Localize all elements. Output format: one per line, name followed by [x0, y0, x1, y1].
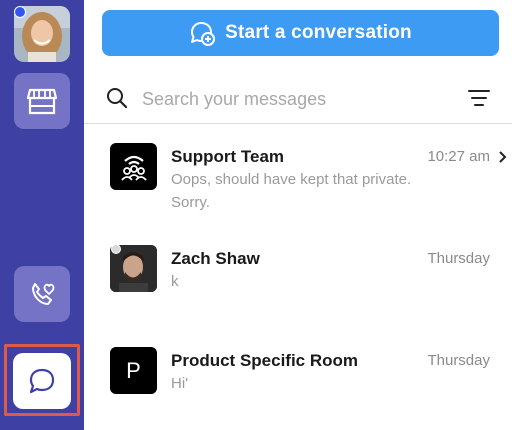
conversation-name: Zach Shaw — [171, 249, 260, 268]
store-button[interactable] — [14, 73, 70, 129]
conversation-preview: Oops, should have kept that private. Sor… — [171, 171, 412, 211]
chats-button[interactable] — [13, 353, 71, 409]
search-bar — [84, 76, 512, 124]
conversation-item-product-specific-room[interactable]: P Product Specific Room Thursday Hi' — [84, 325, 512, 425]
conversation-time: Thursday — [427, 250, 490, 267]
chat-bubble-icon — [29, 368, 55, 394]
calls-button[interactable] — [14, 266, 70, 322]
start-conversation-label: Start a conversation — [225, 22, 412, 43]
phone-heart-icon — [32, 283, 55, 305]
search-icon — [107, 88, 128, 109]
filter-icon[interactable] — [467, 88, 491, 108]
chevron-right-icon — [499, 151, 507, 163]
support-team-icon — [110, 143, 157, 190]
sidebar — [0, 0, 84, 430]
conversation-item-support-team[interactable]: Support Team 10:27 am Oops, should have … — [84, 125, 512, 225]
online-status-dot — [14, 6, 26, 18]
conversations-panel: Start a conversation Support Team 10:27 … — [84, 0, 512, 430]
conversation-name: Product Specific Room — [171, 351, 359, 370]
offline-status-dot — [111, 244, 121, 254]
search-input[interactable] — [142, 86, 442, 112]
conversation-time: Thursday — [427, 352, 490, 369]
storefront-icon — [26, 88, 58, 115]
chat-plus-icon — [191, 22, 216, 46]
conversation-item-zach-shaw[interactable]: Zach Shaw Thursday k — [84, 225, 512, 325]
conversation-time: 10:27 am — [427, 148, 490, 165]
start-conversation-button[interactable]: Start a conversation — [102, 10, 499, 56]
room-avatar: P — [110, 347, 157, 394]
conversation-name: Support Team — [171, 147, 285, 166]
conversation-preview: Hi' — [171, 375, 189, 392]
room-initial: P — [126, 357, 141, 383]
conversation-preview: k — [171, 273, 179, 290]
